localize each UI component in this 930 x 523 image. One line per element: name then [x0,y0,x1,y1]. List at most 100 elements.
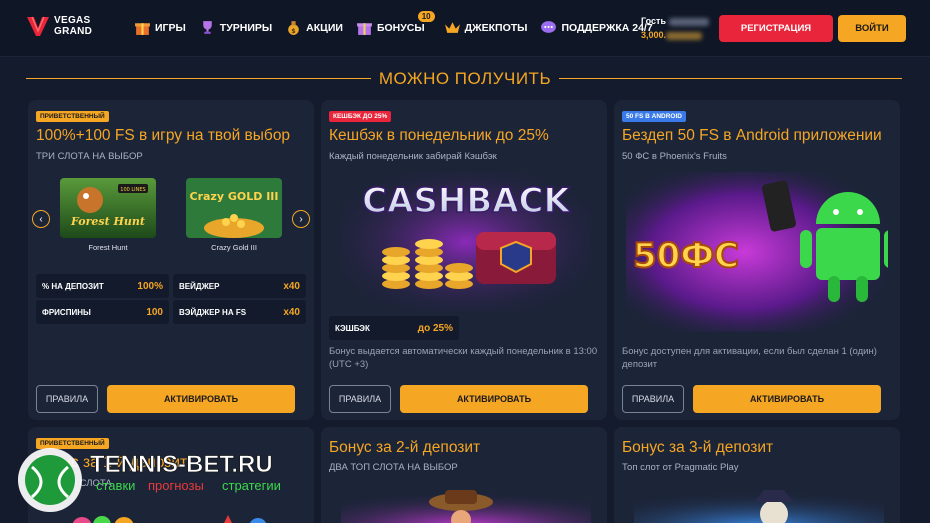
stat-label: ВЕЙДЖЕР [179,281,220,291]
stat-label: КЭШБЭК [335,323,370,333]
card-title: Бездеп 50 FS в Android приложении [622,127,882,144]
activate-button[interactable]: АКТИВИРОВАТЬ [693,385,881,413]
android-art-text: 50ФС [633,236,739,276]
card-title: Кешбэк в понедельник до 25% [329,127,549,144]
stat-label: % НА ДЕПОЗИТ [42,281,104,291]
logo-line1: VEGAS [54,15,91,26]
nav-promotions-label: АКЦИИ [306,21,343,34]
slot-forest-hunt[interactable]: 100 LINES Forest Hunt Forest Hunt [60,178,156,256]
nav-support-label: ПОДДЕРЖКА 24/7 [561,21,653,34]
slot-name: Forest Hunt [88,243,128,252]
card-tag: 50 FS В ANDROID [622,111,686,122]
cashback-art-text: CASHBACK [362,181,571,221]
cashback-illustration: CASHBACK [341,172,591,312]
slots-prev-arrow[interactable]: ‹ [32,210,50,228]
android-illustration: 50ФС [626,172,888,332]
bonus-card-cashback: КЕШБЭК ДО 25% Кешбэк в понедельник до 25… [321,100,607,420]
rules-button[interactable]: ПРАВИЛА [622,385,684,413]
gift-icon [135,23,150,35]
slot-forest-hunt-image: 100 LINES Forest Hunt [60,178,156,238]
guest-info: Гость 3,000. [641,14,709,42]
stat-freespins: ФРИСПИНЫ 100 [36,300,169,324]
watermark-site: TENNIS-BET.RU [90,451,273,478]
card-subtitle: 50 ФС в Phoenix's Fruits [622,151,727,162]
nav-tournaments[interactable]: ТУРНИРЫ [199,19,272,36]
section-divider-left [26,78,376,79]
main-nav: ИГРЫ ТУРНИРЫ $ АКЦИИ БОНУСЫ 10 ДЖЕКПОТЫ … [134,11,666,36]
slots-next-arrow[interactable]: › [292,210,310,228]
bonus-card-deposit-2: Бонус за 2-й депозит ДВА ТОП СЛОТА НА ВЫ… [321,427,607,523]
tennis-bet-watermark: TENNIS-BET.RU ставки прогнозы стратегии [18,448,281,512]
slot-art-badge: 100 LINES [120,187,145,193]
stat-value: до 25% [417,322,453,334]
bonus-card-welcome: ПРИВЕТСТВЕННЫЙ 100%+100 FS в игру на тво… [28,100,314,420]
watermark-word-1: ставки [96,478,135,493]
balance-blurred [666,31,703,40]
money-bag-icon: $ [288,21,299,35]
nav-bonuses[interactable]: БОНУСЫ 10 [356,11,435,36]
present-icon [357,23,372,35]
register-button[interactable]: РЕГИСТРАЦИЯ [719,15,833,42]
stat-deposit-percent: % НА ДЕПОЗИТ 100% [36,274,169,298]
nav-games[interactable]: ИГРЫ [134,19,186,36]
slot-crazy-gold-image: Crazy GOLD III [186,178,282,238]
guest-id-blurred [668,17,709,26]
slot-preview-art [341,482,591,523]
card-subtitle: ТРИ СЛОТА НА ВЫБОР [36,151,143,162]
stat-wager: ВЕЙДЖЕР x40 [173,274,306,298]
rules-button[interactable]: ПРАВИЛА [36,385,98,413]
trophy-icon [203,21,212,34]
svg-text:$: $ [291,27,295,35]
watermark-word-3: стратегии [222,478,281,493]
bonus-card-deposit-3: Бонус за 3-й депозит Топ слот от Pragmat… [614,427,900,523]
section-divider-right [552,78,902,79]
nav-promotions[interactable]: $ АКЦИИ [285,19,343,36]
login-button[interactable]: ВОЙТИ [838,15,906,42]
card-title: Бонус за 3-й депозит [622,439,774,456]
slot-name: Crazy Gold III [211,243,257,252]
section-title: МОЖНО ПОЛУЧИТЬ [370,69,560,89]
crown-icon [444,22,460,33]
nav-jackpots[interactable]: ДЖЕКПОТЫ [444,19,528,36]
logo-text: VEGAS GRAND [54,15,92,37]
slot-art-title: Forest Hunt [70,215,145,228]
logo-line2: GRAND [54,26,93,37]
nav-games-label: ИГРЫ [155,21,186,34]
top-header: VEGAS GRAND ИГРЫ ТУРНИРЫ $ АКЦИИ БОНУСЫ … [0,0,930,57]
stat-label: ФРИСПИНЫ [42,307,91,317]
guest-label: Гость [641,16,666,26]
slot-art-title: Crazy GOLD III [190,190,279,203]
logo[interactable]: VEGAS GRAND [26,14,92,38]
slot-crazy-gold[interactable]: Crazy GOLD III Crazy Gold III [186,178,282,256]
stat-value: x40 [283,280,300,292]
watermark-word-2: прогнозы [148,478,204,493]
card-description: Бонус доступен для активации, если был с… [622,346,877,370]
stat-cashback: КЭШБЭК до 25% [329,316,459,340]
nav-jackpots-label: ДЖЕКПОТЫ [464,21,528,34]
card-description: Бонус выдается автоматически каждый поне… [329,346,598,370]
stat-value: x40 [283,306,300,318]
nav-support[interactable]: ПОДДЕРЖКА 24/7 [540,19,653,36]
card-subtitle: Топ слот от Pragmatic Play [622,462,739,473]
slot-preview-art [634,482,884,523]
nav-tournaments-label: ТУРНИРЫ [219,21,273,34]
section-header: МОЖНО ПОЛУЧИТЬ [0,64,930,94]
stat-value: 100% [137,280,163,292]
activate-button[interactable]: АКТИВИРОВАТЬ [400,385,588,413]
stat-fs-wager: ВЭЙДЖЕР НА FS x40 [173,300,306,324]
bonus-card-android: 50 FS В ANDROID Бездеп 50 FS в Android п… [614,100,900,420]
vegas-grand-logo-icon [27,16,49,36]
stat-label: ВЭЙДЖЕР НА FS [179,307,247,317]
bonus-count-badge: 10 [417,11,435,22]
stat-value: 100 [146,306,163,318]
card-subtitle: Каждый понедельник забирай Кэшбэк [329,151,497,162]
card-title: 100%+100 FS в игру на твой выбор [36,127,291,144]
activate-button[interactable]: АКТИВИРОВАТЬ [107,385,295,413]
guest-balance: 3,000. [641,30,667,40]
rules-button[interactable]: ПРАВИЛА [329,385,391,413]
card-title: Бонус за 2-й депозит [329,439,481,456]
card-tag: КЕШБЭК ДО 25% [329,111,392,122]
chat-icon [541,21,557,33]
nav-bonuses-label: БОНУСЫ [376,21,425,34]
card-tag: ПРИВЕТСТВЕННЫЙ [36,111,109,122]
